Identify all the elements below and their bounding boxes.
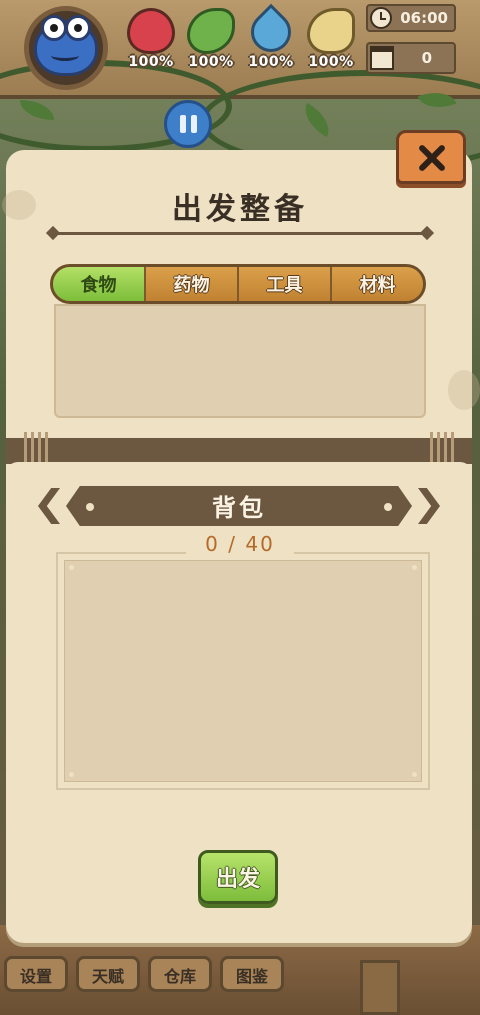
- heart-icon: [127, 8, 175, 54]
- wooden-post: [360, 960, 400, 1015]
- title-divider: [52, 232, 428, 235]
- health-value: 100%: [128, 54, 174, 70]
- day-value: 0: [421, 49, 432, 67]
- stomach-icon: [187, 8, 235, 54]
- item-list-area[interactable]: [54, 304, 426, 418]
- pause-button[interactable]: [164, 100, 212, 148]
- tab-tools[interactable]: 工具: [239, 267, 332, 301]
- nav-settings[interactable]: 设置: [4, 956, 68, 992]
- backpack-capacity: 0 / 40: [186, 532, 294, 560]
- frog-character-icon: [34, 15, 98, 76]
- nav-codex[interactable]: 图鉴: [220, 956, 284, 992]
- backpack-title: 背包: [212, 494, 266, 522]
- game-clock: 06:00: [366, 4, 456, 32]
- hunger-stat: 100%: [182, 8, 240, 78]
- depart-button[interactable]: 出发: [198, 850, 278, 904]
- health-stat: 100%: [122, 8, 180, 78]
- bottom-nav: 设置 天赋 仓库 图鉴: [0, 956, 300, 996]
- calendar-icon: [370, 46, 394, 70]
- day-counter: 0: [366, 42, 456, 74]
- thirst-value: 100%: [248, 54, 294, 70]
- hunger-value: 100%: [188, 54, 234, 70]
- backpack-item-area[interactable]: [64, 560, 422, 782]
- player-avatar[interactable]: [24, 6, 108, 90]
- pause-icon: [179, 115, 186, 133]
- close-button[interactable]: [396, 130, 466, 184]
- category-tabs: 食物 药物 工具 材料: [50, 264, 426, 304]
- tab-food[interactable]: 食物: [53, 267, 146, 301]
- nav-warehouse[interactable]: 仓库: [148, 956, 212, 992]
- water-drop-icon: [242, 3, 300, 61]
- nav-talents[interactable]: 天赋: [76, 956, 140, 992]
- tab-medicine[interactable]: 药物: [146, 267, 239, 301]
- thirst-stat: 100%: [242, 3, 300, 78]
- panel-title: 出发整备: [172, 192, 308, 227]
- stamina-stat: 100%: [302, 8, 360, 78]
- stamina-value: 100%: [308, 54, 354, 70]
- panel-separator: [6, 438, 472, 464]
- tab-materials[interactable]: 材料: [332, 267, 423, 301]
- clock-time: 06:00: [400, 9, 448, 27]
- muscle-icon: [307, 8, 355, 54]
- clock-icon: [370, 7, 392, 29]
